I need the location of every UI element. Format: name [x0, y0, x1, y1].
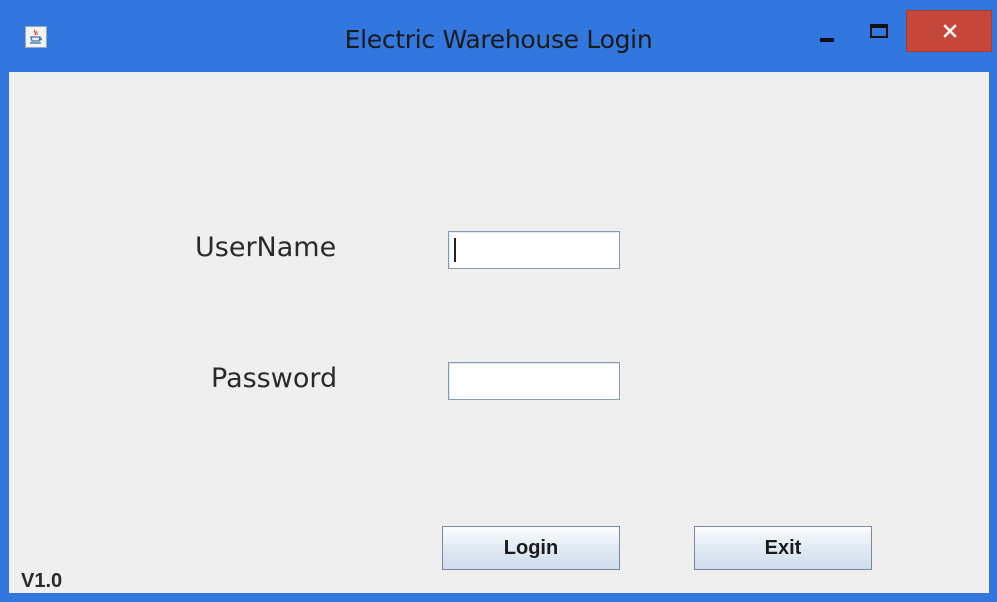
title-bar[interactable]: Electric Warehouse Login	[0, 0, 997, 72]
content-panel: UserName Password Login Exit V1.0	[9, 72, 989, 593]
close-button[interactable]	[906, 10, 992, 52]
login-window: Electric Warehouse Login UserName Passwo…	[0, 0, 997, 602]
username-input[interactable]	[448, 231, 620, 269]
text-caret	[454, 238, 456, 262]
minimize-icon	[820, 38, 834, 42]
exit-button[interactable]: Exit	[694, 526, 872, 570]
login-button[interactable]: Login	[442, 526, 620, 570]
maximize-icon	[870, 24, 888, 38]
version-label: V1.0	[21, 570, 63, 592]
username-label: UserName	[195, 232, 337, 263]
password-label: Password	[211, 363, 338, 394]
maximize-button[interactable]	[857, 10, 897, 52]
password-input[interactable]	[448, 362, 620, 400]
close-icon	[943, 24, 957, 38]
minimize-button[interactable]	[808, 10, 848, 52]
